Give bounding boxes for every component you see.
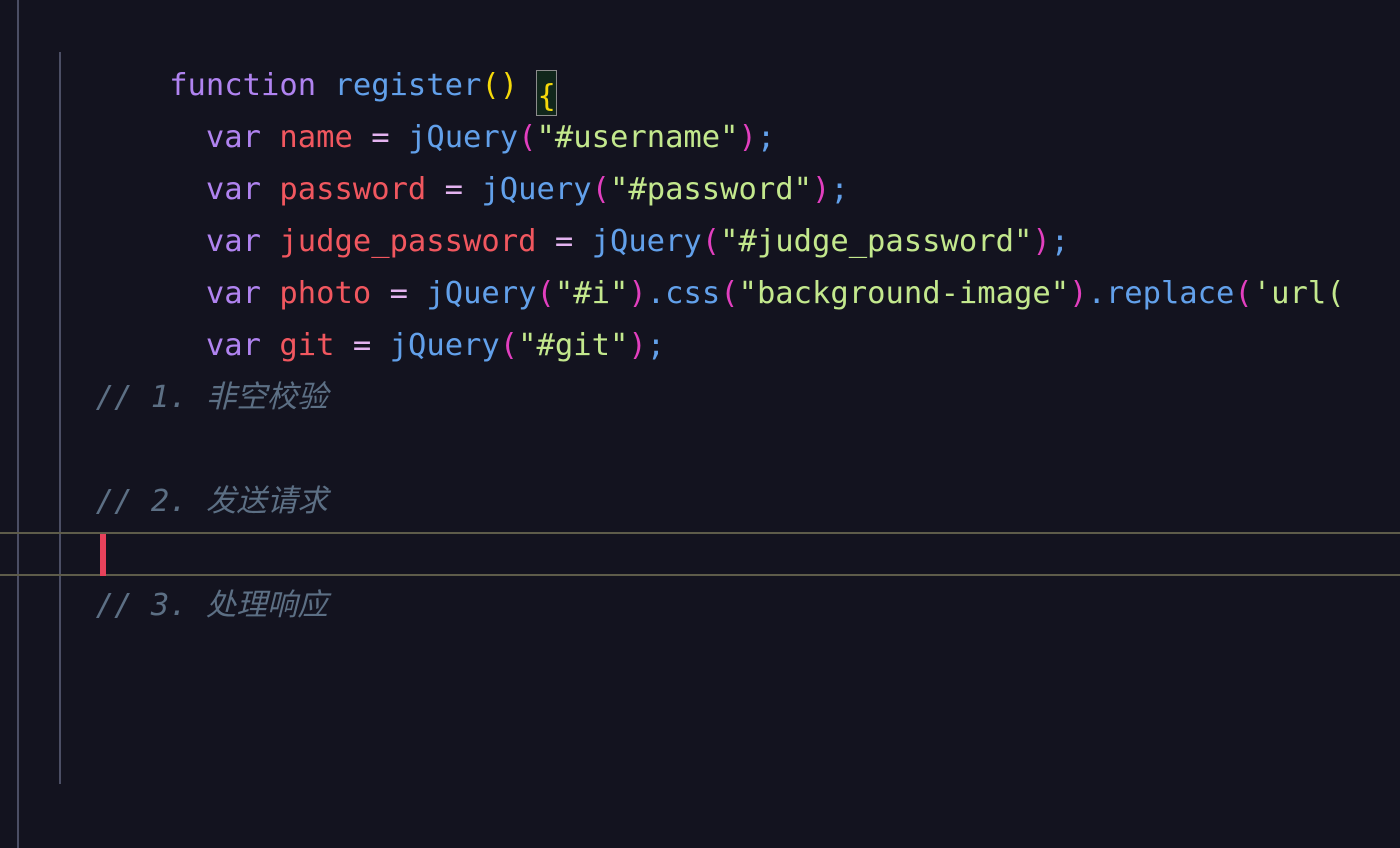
code-line-15-blank[interactable] [0, 736, 1400, 788]
code-line-6[interactable]: var git = jQuery("#git"); [0, 268, 1400, 363]
code-line-3[interactable]: var password = jQuery("#password"); [0, 112, 1400, 207]
code-line-7-blank[interactable] [0, 320, 1400, 372]
text-caret [100, 534, 106, 576]
code-line-11-current[interactable] [0, 528, 1400, 580]
code-line-5[interactable]: var photo = jQuery("#i").css("background… [0, 216, 1400, 311]
code-line-1[interactable]: function register() { [0, 8, 1400, 116]
code-line-14-blank[interactable] [0, 684, 1400, 736]
code-line-13-blank[interactable] [0, 632, 1400, 684]
code-line-4[interactable]: var judge_password = jQuery("#judge_pass… [0, 164, 1400, 259]
code-line-10-comment[interactable]: // 2. 发送请求 [0, 476, 1400, 528]
code-content[interactable]: function register() { var name = jQuery(… [0, 0, 1400, 848]
code-line-2[interactable]: var name = jQuery("#username"); [0, 60, 1400, 155]
code-line-9-blank[interactable] [0, 424, 1400, 476]
code-line-12-comment[interactable]: // 3. 处理响应 [0, 580, 1400, 632]
code-line-16-close[interactable]: } [0, 786, 1400, 838]
code-line-8-comment[interactable]: // 1. 非空校验 [0, 372, 1400, 424]
code-editor[interactable]: function register() { var name = jQuery(… [0, 0, 1400, 848]
